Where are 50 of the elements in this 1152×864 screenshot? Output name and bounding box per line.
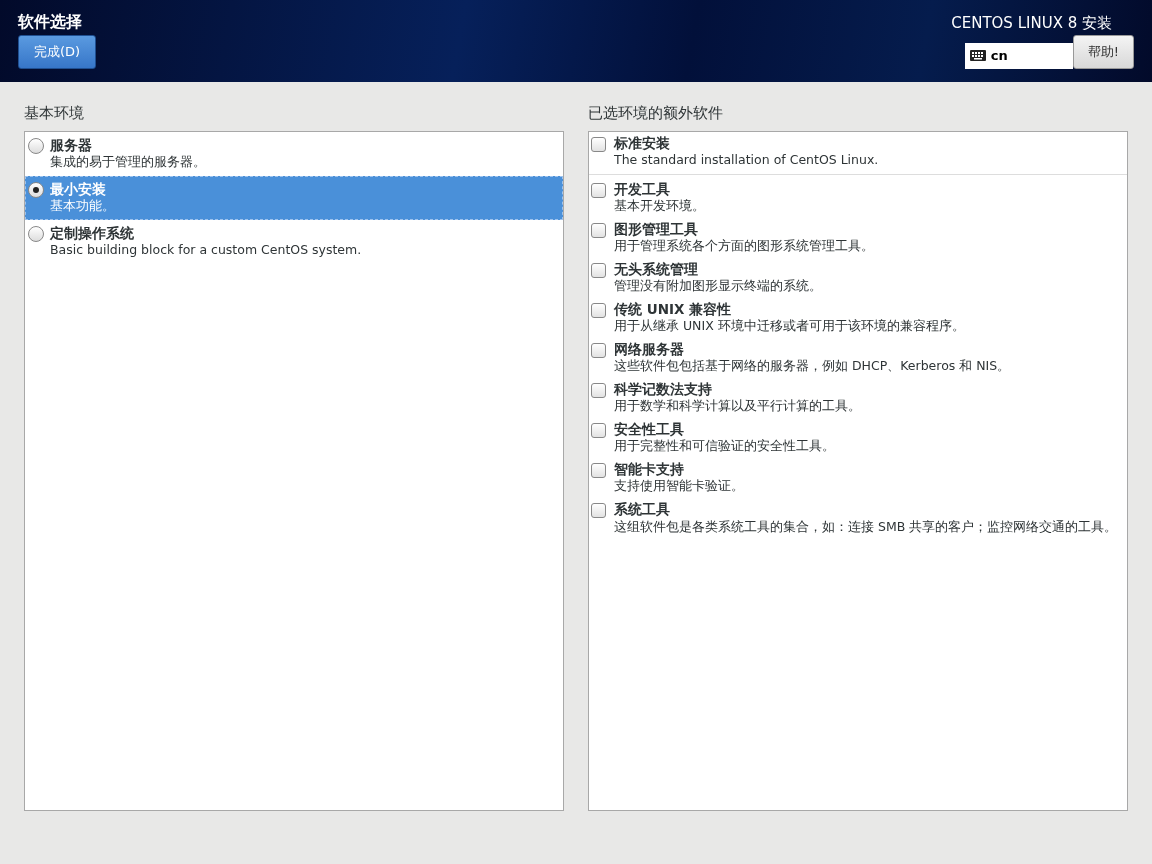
addon-description: The standard installation of CentOS Linux. <box>614 151 879 169</box>
radio-button[interactable] <box>28 137 44 154</box>
addon-description: 这组软件包是各类系统工具的集合，如：连接 SMB 共享的客户；监控网络交通的工具。 <box>614 518 1118 536</box>
checkbox[interactable] <box>591 423 606 439</box>
addon-name: 系统工具 <box>614 500 671 519</box>
option-name: 最小安装 <box>50 179 107 198</box>
checkbox[interactable] <box>591 503 606 519</box>
checkbox[interactable] <box>591 182 606 198</box>
checkbox[interactable] <box>591 136 606 152</box>
environment-option[interactable]: 定制操作系统 Basic building block for a custom CentOS system. <box>25 219 563 264</box>
option-name: 服务器 <box>50 135 93 154</box>
addon-name: 开发工具 <box>614 179 671 198</box>
addon-name: 安全性工具 <box>614 420 685 439</box>
keyboard-layout-value: cn <box>990 46 1008 65</box>
checkbox[interactable] <box>591 222 606 238</box>
help-button[interactable]: 帮助! <box>1072 34 1134 69</box>
addon-description: 用于数学和科学计算以及平行计算的工具。 <box>614 398 861 416</box>
section-heading: 已选环境的额外软件 <box>588 103 724 124</box>
screen-title: 软件选择 <box>18 12 82 32</box>
option-description: 集成的易于管理的服务器。 <box>50 153 206 171</box>
addon-description: 用于从继承 UNIX 环境中迁移或者可用于该环境的兼容程序。 <box>614 318 965 335</box>
radio-button[interactable] <box>28 181 44 198</box>
addon-description: 这些软件包包括基于网络的服务器，例如 DHCP、Kerberos 和 NIS。 <box>614 358 1011 376</box>
addon-description: 支持使用智能卡验证。 <box>614 478 744 496</box>
addon-name: 传统 UNIX 兼容性 <box>614 299 733 319</box>
addon-description: 基本开发环境。 <box>614 197 705 215</box>
checkbox[interactable] <box>591 262 606 278</box>
addon-name: 图形管理工具 <box>614 219 699 238</box>
section-heading: 基本环境 <box>24 103 85 124</box>
addon-description: 用于管理系统各个方面的图形系统管理工具。 <box>614 237 874 255</box>
option-description: 基本功能。 <box>50 197 115 215</box>
checkbox[interactable] <box>591 383 606 399</box>
addon-name: 标准安装 <box>614 133 671 152</box>
addon-description: 管理没有附加图形显示终端的系统。 <box>614 278 822 295</box>
addon-name: 科学记数法支持 <box>614 380 713 399</box>
checkbox[interactable] <box>591 342 606 358</box>
keyboard-layout-field[interactable]: cn <box>964 42 1073 69</box>
keyboard-icon <box>969 50 986 61</box>
addon-name: 网络服务器 <box>614 339 685 359</box>
option-name: 定制操作系统 <box>50 223 135 242</box>
addon-description: 用于完整性和可信验证的安全性工具。 <box>614 438 835 456</box>
checkbox[interactable] <box>591 463 606 479</box>
environment-option[interactable]: 服务器 集成的易于管理的服务器。 <box>25 131 563 176</box>
addon-name: 智能卡支持 <box>614 460 685 479</box>
radio-button[interactable] <box>28 225 44 242</box>
checkbox[interactable] <box>591 302 606 318</box>
option-description: Basic building block for a custom CentOS system. <box>50 241 362 259</box>
product-title: CENTOS LINUX 8 安装 <box>951 13 1112 34</box>
done-button[interactable]: 完成(D) <box>18 35 97 69</box>
addon-name: 无头系统管理 <box>614 259 699 278</box>
